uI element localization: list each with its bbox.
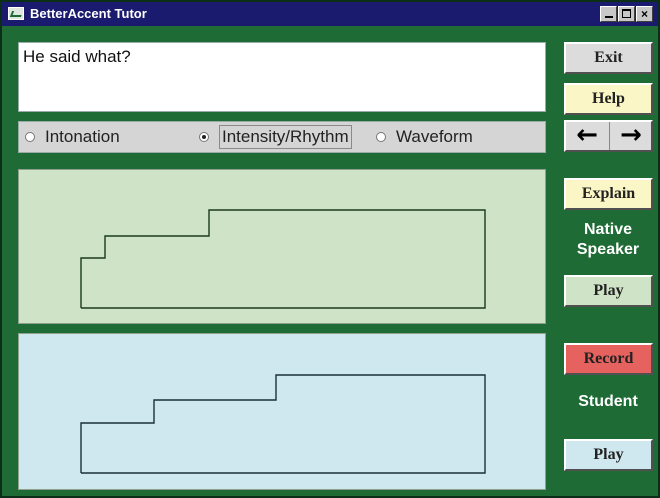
- minimize-button[interactable]: [600, 6, 617, 22]
- sentence-textbox[interactable]: He said what?: [18, 42, 546, 112]
- radio-selected-icon: [199, 132, 209, 142]
- app-window: BetterAccent Tutor × He said what? Inton…: [0, 0, 660, 498]
- explain-button[interactable]: Explain: [564, 178, 653, 210]
- maximize-button[interactable]: [618, 6, 635, 22]
- record-button[interactable]: Record: [564, 343, 653, 375]
- native-label-line2: Speaker: [576, 241, 640, 258]
- student-rhythm-graph: [80, 374, 486, 474]
- radio-waveform[interactable]: Waveform: [376, 122, 473, 152]
- close-button[interactable]: ×: [636, 6, 653, 22]
- play-student-button[interactable]: Play: [564, 439, 653, 471]
- window-title: BetterAccent Tutor: [30, 6, 147, 21]
- native-intensity-contour: [80, 209, 486, 309]
- radio-label-intensity-rhythm: Intensity/Rhythm: [219, 125, 352, 149]
- app-icon: [8, 7, 24, 20]
- mode-selector: Intonation Intensity/Rhythm Waveform: [18, 121, 546, 153]
- native-speaker-plot: [18, 169, 546, 324]
- title-bar: BetterAccent Tutor ×: [2, 2, 658, 26]
- navigation-arrows: ← →: [564, 120, 653, 152]
- radio-label-intonation: Intonation: [45, 127, 120, 146]
- radio-intensity-rhythm[interactable]: Intensity/Rhythm: [199, 122, 352, 152]
- radio-icon: [376, 132, 386, 142]
- close-icon: ×: [640, 7, 648, 21]
- exit-button[interactable]: Exit: [564, 42, 653, 74]
- native-speaker-label: Native Speaker: [558, 220, 658, 260]
- previous-arrow-icon[interactable]: ←: [566, 122, 608, 150]
- student-plot: [18, 333, 546, 490]
- radio-intonation[interactable]: Intonation: [25, 122, 120, 152]
- native-rhythm-graph: [80, 209, 486, 309]
- next-arrow-icon[interactable]: →: [609, 122, 652, 150]
- help-button[interactable]: Help: [564, 83, 653, 115]
- student-intensity-contour: [80, 374, 486, 474]
- radio-label-waveform: Waveform: [396, 127, 473, 146]
- play-native-button[interactable]: Play: [564, 275, 653, 307]
- maximize-icon: [622, 9, 631, 18]
- student-label: Student: [578, 393, 638, 410]
- minimize-icon: [605, 16, 613, 18]
- radio-icon: [25, 132, 35, 142]
- native-label-line1: Native: [583, 221, 633, 238]
